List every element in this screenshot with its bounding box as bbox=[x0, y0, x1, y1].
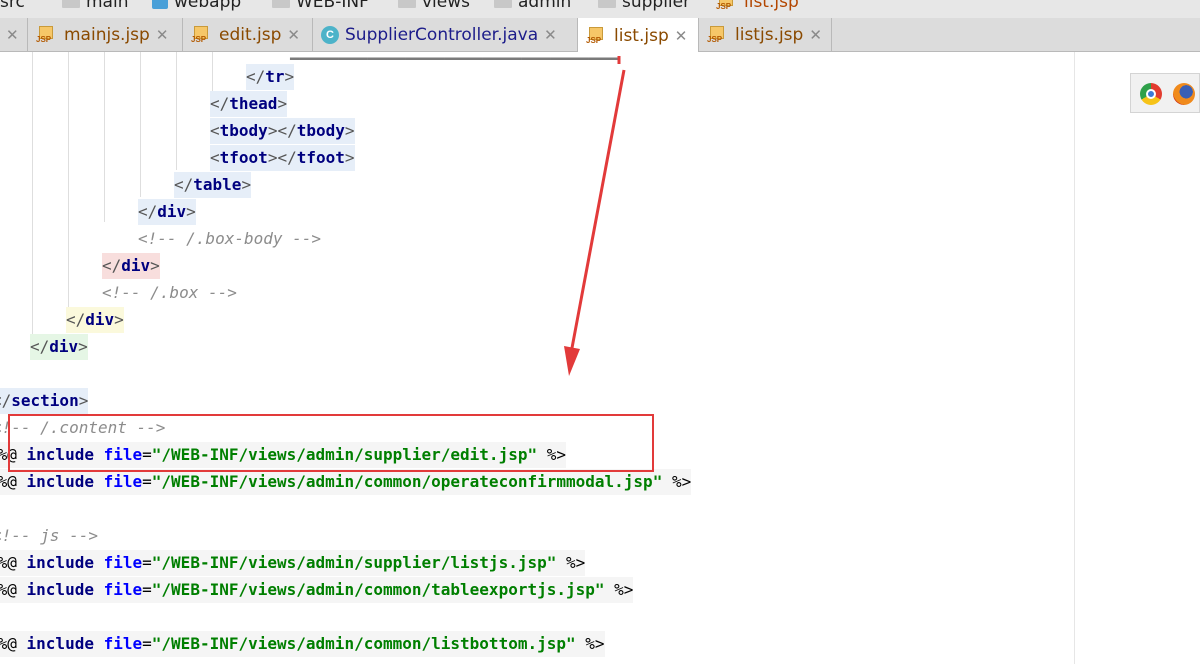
jsp-file-icon: JSP bbox=[191, 25, 213, 44]
indent-guide bbox=[32, 52, 33, 342]
right-margin-guide bbox=[1074, 52, 1075, 664]
tag-name: tbody bbox=[219, 121, 268, 140]
tag-name: div bbox=[121, 256, 151, 275]
include-path: "/WEB-INF/views/admin/supplier/listjs.js… bbox=[151, 553, 557, 572]
directive-attr: file bbox=[103, 580, 143, 599]
tab-mainjs-jsp[interactable]: JSP mainjs.jsp ✕ bbox=[28, 18, 183, 51]
code-editor[interactable]: ▁▁▁▁▁▁▁▁▁▁▁▁▁▁▁▁▁▁▁▁▁▁▁▁▁▁▁▁▁▁▁▁▁▁ </tr>… bbox=[0, 41, 1200, 664]
breadcrumb-label: WEB-INF bbox=[296, 0, 369, 12]
firefox-icon[interactable] bbox=[1173, 83, 1195, 105]
code-line: </div> bbox=[66, 307, 124, 333]
browser-preview-toolbar bbox=[1130, 73, 1200, 113]
breadcrumb: src main webapp WEB-INF views admin supp… bbox=[0, 0, 1200, 18]
directive-keyword: include bbox=[26, 580, 94, 599]
breadcrumb-label: views bbox=[422, 0, 471, 12]
jsp-file-icon: JSP bbox=[36, 25, 58, 44]
indent-guide bbox=[140, 52, 141, 197]
code-line: </tr> bbox=[246, 64, 295, 90]
tag-name: div bbox=[157, 202, 187, 221]
breadcrumb-item-web-inf[interactable]: WEB-INF bbox=[272, 0, 369, 12]
folder-icon bbox=[598, 0, 616, 8]
comment-text: <!-- js --> bbox=[0, 526, 98, 545]
folder-icon bbox=[494, 0, 512, 8]
close-icon[interactable]: ✕ bbox=[156, 26, 169, 44]
breadcrumb-label: supplier bbox=[622, 0, 691, 12]
tab-scroll-left[interactable]: ✕ bbox=[0, 18, 28, 51]
jsp-file-icon: JSP bbox=[707, 25, 729, 44]
tag-name: tr bbox=[265, 67, 285, 86]
code-line: <tfoot></tfoot> bbox=[210, 145, 355, 171]
code-line: </table> bbox=[174, 172, 252, 198]
breadcrumb-label: list.jsp bbox=[744, 0, 799, 12]
breadcrumb-item-list-jsp[interactable]: JSP list.jsp bbox=[716, 0, 799, 12]
indent-guide bbox=[104, 52, 105, 222]
tag-name: div bbox=[49, 337, 79, 356]
include-directive-tableexport: <%@ include file="/WEB-INF/views/admin/c… bbox=[0, 577, 634, 603]
web-folder-icon bbox=[152, 0, 168, 9]
comment-text: <!-- /.box --> bbox=[102, 283, 237, 302]
include-path: "/WEB-INF/views/admin/common/listbottom.… bbox=[151, 634, 576, 653]
breadcrumb-item-webapp[interactable]: webapp bbox=[152, 0, 241, 12]
tag-name: div bbox=[85, 310, 115, 329]
code-line: <tbody></tbody> bbox=[210, 118, 355, 144]
tab-label: mainjs.jsp bbox=[64, 24, 150, 45]
code-line-clipped: ▁▁▁▁▁▁▁▁▁▁▁▁▁▁▁▁▁▁▁▁▁▁▁▁▁▁▁▁▁▁▁▁▁▁ bbox=[290, 41, 618, 60]
tag-name: section bbox=[11, 391, 79, 410]
directive-attr: file bbox=[103, 634, 143, 653]
folder-icon bbox=[62, 0, 80, 8]
indent-guide bbox=[176, 52, 177, 170]
code-line: </div> bbox=[102, 253, 160, 279]
folder-icon bbox=[398, 0, 416, 8]
include-directive-operate: <%@ include file="/WEB-INF/views/admin/c… bbox=[0, 469, 692, 495]
indent-guide bbox=[68, 52, 69, 314]
breadcrumb-item-src[interactable]: src bbox=[0, 0, 25, 12]
breadcrumb-item-supplier[interactable]: supplier bbox=[598, 0, 690, 12]
code-line: </div> bbox=[30, 334, 88, 360]
code-line: </div> bbox=[138, 199, 196, 225]
chrome-icon[interactable] bbox=[1140, 83, 1162, 105]
folder-icon bbox=[272, 0, 290, 8]
tag-name: tbody bbox=[296, 121, 345, 140]
directive-keyword: include bbox=[26, 472, 94, 491]
tab-label: listjs.jsp bbox=[735, 24, 804, 45]
breadcrumb-item-main[interactable]: main bbox=[62, 0, 128, 12]
breadcrumb-label: src bbox=[0, 0, 25, 12]
breadcrumb-label: webapp bbox=[174, 0, 242, 12]
close-icon[interactable]: ✕ bbox=[809, 26, 822, 44]
directive-keyword: include bbox=[26, 634, 94, 653]
jsp-file-icon: JSP bbox=[716, 0, 738, 11]
tab-listjs-jsp[interactable]: JSP listjs.jsp ✕ bbox=[699, 18, 832, 51]
include-directive-listbottom: <%@ include file="/WEB-INF/views/admin/c… bbox=[0, 631, 605, 657]
breadcrumb-item-admin[interactable]: admin bbox=[494, 0, 571, 12]
code-line: </section> bbox=[0, 388, 89, 414]
code-comment: <!-- /.box-body --> bbox=[138, 226, 321, 252]
code-comment: <!-- /.box --> bbox=[102, 280, 237, 306]
tab-label: list.jsp bbox=[614, 25, 669, 46]
include-path: "/WEB-INF/views/admin/common/tableexport… bbox=[151, 580, 605, 599]
directive-attr: file bbox=[103, 472, 143, 491]
tab-label: edit.jsp bbox=[219, 24, 282, 45]
tag-name: table bbox=[193, 175, 242, 194]
close-icon[interactable]: ✕ bbox=[6, 26, 19, 44]
annotation-highlight-box bbox=[8, 414, 654, 472]
code-comment: <!-- js --> bbox=[0, 523, 98, 549]
tag-name: tfoot bbox=[296, 148, 345, 167]
directive-keyword: include bbox=[26, 553, 94, 572]
code-line: </thead> bbox=[210, 91, 288, 117]
include-path: "/WEB-INF/views/admin/common/operateconf… bbox=[151, 472, 663, 491]
indent-guide bbox=[212, 52, 213, 92]
tag-name: tfoot bbox=[219, 148, 268, 167]
comment-text: <!-- /.box-body --> bbox=[138, 229, 322, 248]
tag-name: thead bbox=[229, 94, 278, 113]
breadcrumb-label: admin bbox=[518, 0, 572, 12]
close-icon[interactable]: ✕ bbox=[675, 27, 688, 45]
directive-attr: file bbox=[103, 553, 143, 572]
breadcrumb-label: main bbox=[86, 0, 129, 12]
breadcrumb-item-views[interactable]: views bbox=[398, 0, 470, 12]
include-directive-listjs: <%@ include file="/WEB-INF/views/admin/s… bbox=[0, 550, 586, 576]
